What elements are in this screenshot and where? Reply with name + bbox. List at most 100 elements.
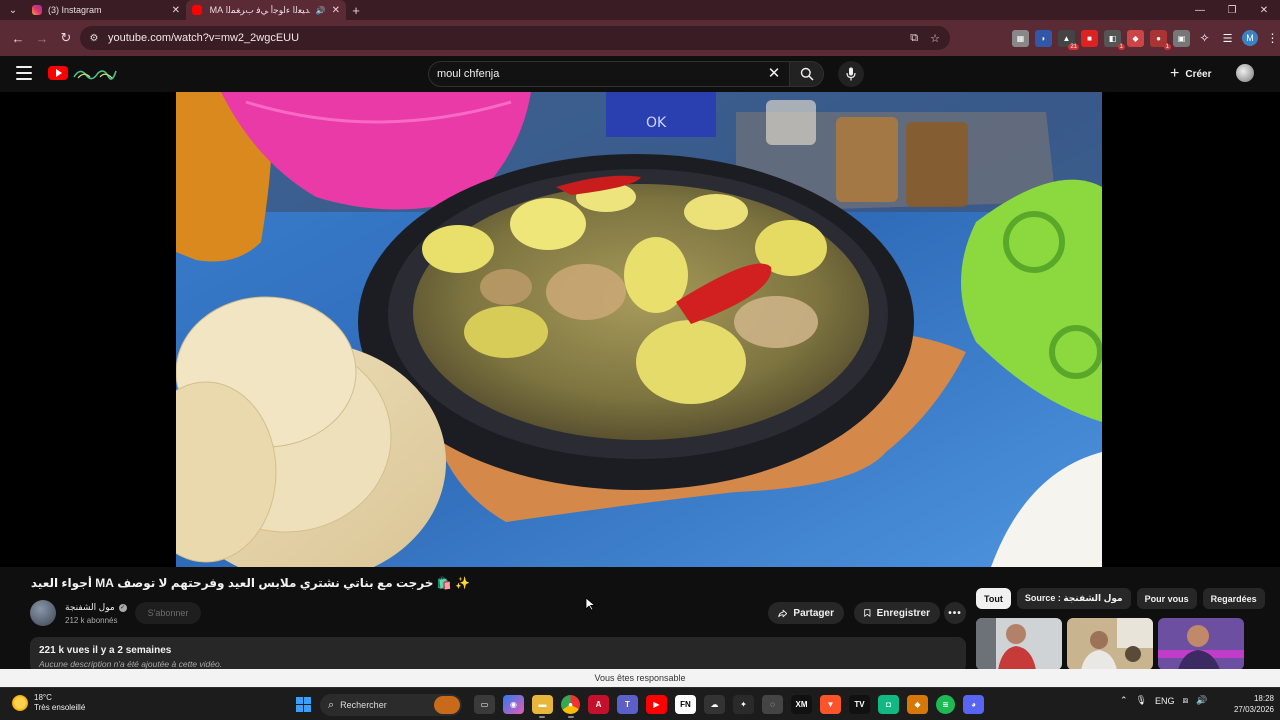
volume-icon[interactable]: 🔊	[1196, 695, 1207, 706]
tab-title: ﺪﻴﻌﻟا ءاﻮﺟأ ﻲﻓ بﺮﻐﻤﻟا MA -.ﺟ	[208, 4, 310, 15]
extension-icon[interactable]: ◗	[1035, 29, 1052, 47]
reading-list-icon[interactable]: ☰	[1219, 30, 1236, 47]
extension-icon[interactable]: ▦	[1012, 29, 1029, 47]
taskbar-search[interactable]: ⌕ Rechercher	[320, 694, 462, 716]
tradingview-icon[interactable]: TV	[849, 695, 870, 714]
related-filter-chips: Tout Source : مول الشفنجة Pour vous Rega…	[976, 588, 1265, 609]
more-horizontal-icon: •••	[948, 607, 962, 619]
extension-icon[interactable]: ◧ 1	[1104, 29, 1125, 50]
account-avatar[interactable]	[1236, 64, 1254, 82]
clock[interactable]: 18:28 27/03/2026	[1222, 693, 1274, 715]
weather-temp: 18°C	[34, 693, 52, 702]
chip-watched[interactable]: Regardées	[1202, 588, 1265, 609]
description-box[interactable]: 221 k vues il y a 2 semaines Aucune desc…	[30, 637, 966, 673]
channel-name[interactable]: مول الشفنجة	[65, 602, 115, 613]
address-bar[interactable]: ⚙ youtube.com/watch?v=mw2_2wgcEUU ⧉ ☆	[80, 26, 950, 50]
file-explorer-icon[interactable]: ▬	[532, 695, 553, 718]
app-icon[interactable]: ◌	[762, 695, 783, 714]
plus-icon: +	[1170, 65, 1180, 82]
teams-icon[interactable]: T	[617, 695, 638, 714]
search-highlight-icon	[434, 696, 460, 714]
weather-widget[interactable]: 18°C Très ensoleillé	[12, 693, 85, 713]
share-button[interactable]: Partager	[768, 602, 844, 624]
network-icon[interactable]: ⧈	[1183, 695, 1189, 706]
close-window-icon[interactable]: ✕	[1248, 0, 1280, 20]
youtube-header: moul chfenja ✕ + Créer	[0, 56, 1280, 92]
svg-text:OK: OK	[646, 115, 667, 131]
extension-icon[interactable]: ◆	[1127, 29, 1144, 47]
search-query: moul chfenja	[437, 68, 500, 80]
related-video-thumbnail[interactable]	[976, 618, 1062, 670]
channel-name-row[interactable]: مول الشفنجة ✓	[65, 602, 127, 613]
app-icon[interactable]: ◆	[907, 695, 928, 714]
save-button[interactable]: Enregistrer	[854, 602, 940, 624]
new-tab-button[interactable]: +	[346, 3, 366, 18]
app-icon[interactable]: ✦	[733, 695, 754, 714]
youtube-favicon-icon	[192, 5, 202, 15]
tab-instagram[interactable]: (3) Instagram ✕	[26, 0, 186, 20]
time: 18:28	[1253, 694, 1274, 703]
chip-source-channel[interactable]: Source : مول الشفنجة	[1016, 588, 1131, 609]
subscriber-count: 212 k abonnés	[65, 616, 118, 625]
forward-icon[interactable]: →	[30, 26, 54, 50]
chrome-icon[interactable]: ●	[561, 695, 580, 718]
video-frame[interactable]: OK	[176, 92, 1102, 567]
related-video-thumbnail[interactable]	[1067, 618, 1153, 670]
tab-youtube[interactable]: ﺪﻴﻌﻟا ءاﻮﺟأ ﻲﻓ بﺮﻐﻤﻟا MA -.ﺟ 🔊 ✕	[186, 0, 346, 20]
search-icon: ⌕	[328, 698, 335, 711]
view-stats: 221 k vues il y a 2 semaines	[39, 645, 172, 656]
voice-search-button[interactable]	[838, 61, 864, 87]
menu-icon[interactable]	[16, 66, 32, 80]
chip-for-you[interactable]: Pour vous	[1136, 588, 1197, 609]
video-player[interactable]: OK	[0, 92, 1280, 567]
search-input[interactable]: moul chfenja	[428, 61, 790, 87]
language-indicator[interactable]: ENG	[1155, 696, 1175, 706]
minimize-icon[interactable]: —	[1184, 0, 1216, 20]
extension-icon[interactable]: ● 1	[1150, 29, 1171, 50]
video-still-image: OK	[176, 92, 1102, 567]
extension-icon[interactable]: ▣	[1173, 29, 1190, 47]
profile-avatar[interactable]: M	[1242, 30, 1258, 46]
copilot-icon[interactable]: ◉	[503, 695, 524, 714]
create-button[interactable]: + Créer	[1160, 63, 1221, 85]
xm-app-icon[interactable]: XM	[791, 695, 812, 714]
reload-icon[interactable]: ↻	[54, 26, 78, 50]
app-icon[interactable]: ◘	[878, 695, 899, 714]
maximize-icon[interactable]: ❐	[1216, 0, 1248, 20]
site-info-icon[interactable]: ⚙	[88, 32, 100, 44]
search-button[interactable]	[790, 61, 824, 87]
channel-avatar[interactable]	[30, 600, 56, 626]
tab-close-icon[interactable]: ✕	[332, 5, 340, 16]
audio-playing-icon[interactable]: 🔊	[316, 6, 326, 15]
back-icon[interactable]: ←	[6, 26, 30, 50]
extension-icon[interactable]: ▲ 21	[1058, 29, 1079, 50]
thumbnail-image	[1158, 618, 1244, 670]
microphone-tray-icon[interactable]: 🎙	[1136, 695, 1147, 706]
windows-start-icon[interactable]	[296, 697, 311, 712]
acrobat-icon[interactable]: A	[588, 695, 609, 714]
brave-icon[interactable]: ▼	[820, 695, 841, 714]
install-app-icon[interactable]: ⧉	[910, 32, 918, 45]
bookmark-star-icon[interactable]: ☆	[930, 32, 940, 45]
youtube-doodle-logo[interactable]	[72, 65, 118, 81]
subscribe-button[interactable]: S'abonner	[135, 602, 201, 624]
discord-icon[interactable]: ◕	[963, 695, 984, 714]
spotify-icon[interactable]: ≋	[936, 695, 955, 714]
chip-all[interactable]: Tout	[976, 588, 1011, 609]
show-hidden-icons-icon[interactable]: ⌃	[1120, 695, 1128, 706]
task-view-icon[interactable]: ▭	[474, 695, 495, 714]
youtube-logo-icon[interactable]	[48, 66, 68, 80]
youtube-app-icon[interactable]: ▶	[646, 695, 667, 714]
browser-menu-icon[interactable]: ⋮	[1264, 30, 1280, 47]
extensions-puzzle-icon[interactable]: ✧	[1196, 30, 1213, 47]
extension-icon[interactable]: ■	[1081, 29, 1098, 47]
app-icon[interactable]: ☁	[704, 695, 725, 714]
browser-toolbar: ← → ↻ ⚙ youtube.com/watch?v=mw2_2wgcEUU …	[0, 20, 1280, 56]
related-video-thumbnail[interactable]	[1158, 618, 1244, 670]
clear-search-icon[interactable]: ✕	[764, 63, 784, 83]
tab-search-icon[interactable]: ⌄	[0, 0, 26, 20]
tab-close-icon[interactable]: ✕	[172, 5, 180, 16]
fn-app-icon[interactable]: FN	[675, 695, 696, 714]
verified-check-icon: ✓	[118, 603, 127, 612]
more-actions-button[interactable]: •••	[944, 602, 966, 624]
